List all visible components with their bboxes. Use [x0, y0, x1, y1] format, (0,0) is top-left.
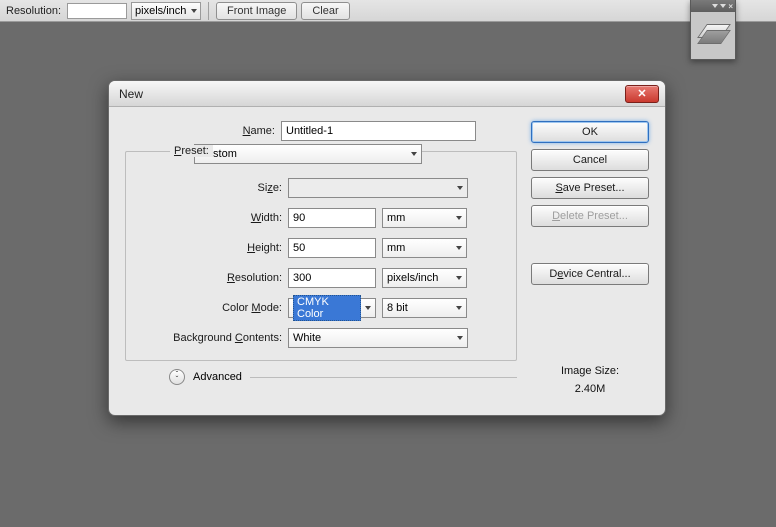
clear-button[interactable]: Clear — [301, 2, 349, 20]
dialog-titlebar[interactable]: New ✕ — [109, 81, 665, 107]
resolution-input-dlg[interactable] — [288, 268, 376, 288]
resolution-unit-value: pixels/inch — [135, 5, 186, 17]
chevron-down-icon — [365, 306, 371, 310]
resolution-unit-select[interactable]: pixels/inch — [131, 2, 201, 20]
new-document-dialog: New ✕ Name: Preset: Custom — [108, 80, 666, 416]
options-bar: Resolution: pixels/inch Front Image Clea… — [0, 0, 776, 22]
size-select — [288, 178, 468, 198]
advanced-toggle-row: ˇˇ Advanced — [125, 369, 517, 385]
expand-icon — [720, 4, 726, 8]
expand-icon — [712, 4, 718, 8]
color-mode-value: CMYK Color — [293, 295, 361, 321]
chevron-down-icon — [456, 246, 462, 250]
dialog-title: New — [115, 87, 143, 101]
chevron-down-icon — [457, 336, 463, 340]
delete-preset-button: Delete Preset... — [531, 205, 649, 227]
front-image-button[interactable]: Front Image — [216, 2, 297, 20]
color-mode-select[interactable]: CMYK Color — [288, 298, 376, 318]
width-label: Width: — [132, 212, 282, 224]
dialog-close-button[interactable]: ✕ — [625, 85, 659, 103]
cancel-button[interactable]: Cancel — [531, 149, 649, 171]
ok-button[interactable]: OK — [531, 121, 649, 143]
resolution-input[interactable] — [67, 3, 127, 19]
collapsed-panel[interactable]: × — [690, 0, 736, 60]
chevron-down-icon — [456, 276, 462, 280]
device-central-button[interactable]: Device Central... — [531, 263, 649, 285]
height-unit-select[interactable]: mm — [382, 238, 467, 258]
expand-down-icon: ˇˇ — [176, 372, 179, 382]
bg-contents-label: Background Contents: — [132, 332, 282, 344]
chevron-down-icon — [456, 306, 462, 310]
preset-legend: Preset: — [170, 145, 213, 157]
divider — [250, 377, 517, 378]
width-unit-select[interactable]: mm — [382, 208, 467, 228]
height-input[interactable] — [288, 238, 376, 258]
resolution-label: Resolution: — [4, 5, 63, 17]
save-preset-button[interactable]: Save Preset... — [531, 177, 649, 199]
image-size-label: Image Size: — [531, 365, 649, 377]
height-label: Height: — [132, 242, 282, 254]
height-unit-value: mm — [387, 242, 405, 254]
resolution-unit-select-dlg[interactable]: pixels/inch — [382, 268, 467, 288]
width-input[interactable] — [288, 208, 376, 228]
chevron-down-icon — [456, 216, 462, 220]
resolution-label: Resolution: — [132, 272, 282, 284]
advanced-toggle-button[interactable]: ˇˇ — [169, 369, 185, 385]
bg-contents-select[interactable]: White — [288, 328, 468, 348]
image-size-value: 2.40M — [531, 383, 649, 395]
close-icon: ✕ — [637, 87, 646, 100]
name-label: Name: — [125, 125, 275, 137]
color-depth-select[interactable]: 8 bit — [382, 298, 467, 318]
bg-contents-value: White — [293, 332, 321, 344]
chevron-down-icon — [191, 9, 197, 13]
preset-group: Preset: Custom Size: — [125, 151, 517, 361]
width-unit-value: mm — [387, 212, 405, 224]
panel-header[interactable]: × — [691, 0, 735, 12]
preset-select[interactable]: Custom — [194, 144, 422, 164]
chevron-down-icon — [411, 152, 417, 156]
layers-icon[interactable] — [700, 24, 726, 44]
advanced-label: Advanced — [193, 371, 242, 383]
name-input[interactable] — [281, 121, 476, 141]
resolution-unit-value-dlg: pixels/inch — [387, 272, 438, 284]
chevron-down-icon — [457, 186, 463, 190]
color-depth-value: 8 bit — [387, 302, 408, 314]
size-label: Size: — [132, 182, 282, 194]
image-size-info: Image Size: 2.40M — [531, 365, 649, 395]
color-mode-label: Color Mode: — [132, 302, 282, 314]
close-icon[interactable]: × — [728, 2, 733, 11]
toolbar-separator — [208, 2, 209, 20]
